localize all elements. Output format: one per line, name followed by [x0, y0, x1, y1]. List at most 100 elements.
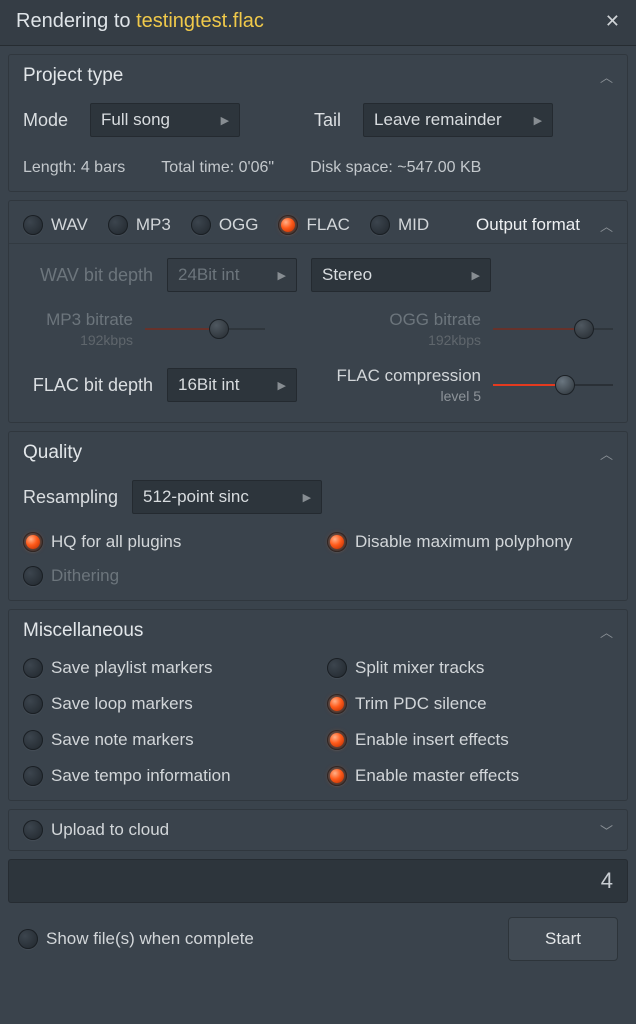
mode-value: Full song: [101, 110, 170, 130]
title-prefix: Rendering to: [16, 10, 136, 32]
radio-icon: [370, 215, 390, 235]
disable-polyphony-toggle[interactable]: Disable maximum polyphony: [327, 532, 613, 552]
misc-title: Miscellaneous: [23, 620, 143, 642]
format-mid[interactable]: MID: [370, 215, 429, 235]
triangle-right-icon: ▶: [278, 379, 286, 392]
format-mp3[interactable]: MP3: [108, 215, 171, 235]
mp3-bitrate-label: MP3 bitrate: [46, 310, 133, 330]
wav-depth-dropdown[interactable]: 24Bit int ▶: [167, 258, 297, 292]
radio-icon: [108, 215, 128, 235]
wav-depth-value: 24Bit int: [178, 265, 239, 285]
radio-icon: [23, 215, 43, 235]
channels-value: Stereo: [322, 265, 372, 285]
trim-pdc-toggle[interactable]: Trim PDC silence: [327, 694, 613, 714]
ogg-bitrate-value: 192kbps: [428, 332, 481, 348]
format-ogg[interactable]: OGG: [191, 215, 259, 235]
chevron-up-icon: ︿: [600, 67, 613, 86]
resampling-value: 512-point sinc: [143, 487, 249, 507]
radio-icon: [23, 730, 43, 750]
wav-depth-label: WAV bit depth: [23, 265, 153, 286]
triangle-right-icon: ▶: [534, 114, 542, 127]
render-dialog: Rendering to testingtest.flac ✕ Project …: [0, 0, 636, 1024]
save-loop-toggle[interactable]: Save loop markers: [23, 694, 309, 714]
enable-master-toggle[interactable]: Enable master effects: [327, 766, 613, 786]
split-mixer-toggle[interactable]: Split mixer tracks: [327, 658, 613, 678]
flac-comp-slider[interactable]: [493, 374, 613, 396]
mp3-bitrate-value: 192kbps: [80, 332, 133, 348]
format-wav[interactable]: WAV: [23, 215, 88, 235]
total-time-info: Total time: 0'06": [161, 159, 274, 177]
progress-value: 4: [601, 868, 613, 894]
triangle-right-icon: ▶: [221, 114, 229, 127]
misc-panel: Miscellaneous ︿ Save playlist markers Sp…: [8, 609, 628, 801]
close-icon[interactable]: ✕: [605, 11, 620, 32]
flac-depth-dropdown[interactable]: 16Bit int ▶: [167, 368, 297, 402]
mode-label: Mode: [23, 110, 68, 131]
chevron-up-icon: ︿: [600, 216, 613, 235]
save-tempo-toggle[interactable]: Save tempo information: [23, 766, 309, 786]
flac-comp-label: FLAC compression: [336, 366, 481, 386]
output-format-header[interactable]: Output format: [476, 215, 580, 235]
show-files-toggle[interactable]: Show file(s) when complete: [18, 929, 254, 949]
progress-bar: 4: [8, 859, 628, 903]
disk-space-info: Disk space: ~547.00 KB: [310, 159, 481, 177]
misc-header[interactable]: Miscellaneous ︿: [9, 610, 627, 648]
hq-plugins-toggle[interactable]: HQ for all plugins: [23, 532, 309, 552]
ogg-bitrate-label: OGG bitrate: [389, 310, 481, 330]
radio-icon: [23, 566, 43, 586]
resampling-dropdown[interactable]: 512-point sinc ▶: [132, 480, 322, 514]
radio-icon: [23, 658, 43, 678]
channels-dropdown[interactable]: Stereo ▶: [311, 258, 491, 292]
ogg-bitrate-slider[interactable]: [493, 318, 613, 340]
radio-icon: [327, 694, 347, 714]
enable-insert-toggle[interactable]: Enable insert effects: [327, 730, 613, 750]
save-playlist-toggle[interactable]: Save playlist markers: [23, 658, 309, 678]
flac-depth-label: FLAC bit depth: [23, 375, 153, 396]
slider-thumb[interactable]: [574, 319, 594, 339]
save-note-toggle[interactable]: Save note markers: [23, 730, 309, 750]
radio-icon: [18, 929, 38, 949]
project-type-panel: Project type ︿ Mode Full song ▶ Tail Lea…: [8, 54, 628, 192]
radio-icon: [191, 215, 211, 235]
radio-icon: [23, 694, 43, 714]
chevron-down-icon: ﹀: [600, 821, 613, 840]
radio-icon: [327, 766, 347, 786]
radio-icon: [327, 532, 347, 552]
tail-label: Tail: [314, 110, 341, 131]
quality-header[interactable]: Quality ︿: [9, 432, 627, 470]
tail-dropdown[interactable]: Leave remainder ▶: [363, 103, 553, 137]
upload-cloud-panel[interactable]: Upload to cloud ﹀: [8, 809, 628, 851]
chevron-up-icon: ︿: [600, 622, 613, 641]
format-flac[interactable]: FLAC: [278, 215, 349, 235]
triangle-right-icon: ▶: [303, 491, 311, 504]
triangle-right-icon: ▶: [472, 269, 480, 282]
dithering-toggle[interactable]: Dithering: [23, 566, 309, 586]
mode-dropdown[interactable]: Full song ▶: [90, 103, 240, 137]
quality-panel: Quality ︿ Resampling 512-point sinc ▶ HQ…: [8, 431, 628, 601]
title-filename: testingtest.flac: [136, 10, 264, 32]
radio-icon: [23, 820, 43, 840]
window-title: Rendering to testingtest.flac: [16, 10, 264, 33]
length-info: Length: 4 bars: [23, 159, 125, 177]
chevron-up-icon: ︿: [600, 444, 613, 463]
radio-icon: [23, 766, 43, 786]
slider-thumb[interactable]: [555, 375, 575, 395]
upload-cloud-toggle[interactable]: Upload to cloud: [23, 820, 169, 840]
flac-comp-value: level 5: [441, 388, 481, 404]
flac-depth-value: 16Bit int: [178, 375, 239, 395]
titlebar: Rendering to testingtest.flac ✕: [0, 0, 636, 46]
quality-title: Quality: [23, 442, 82, 464]
radio-icon: [23, 532, 43, 552]
slider-thumb[interactable]: [209, 319, 229, 339]
project-type-title: Project type: [23, 65, 123, 87]
tail-value: Leave remainder: [374, 110, 502, 130]
resampling-label: Resampling: [23, 487, 118, 508]
radio-icon: [278, 215, 298, 235]
radio-icon: [327, 730, 347, 750]
output-format-panel: WAV MP3 OGG FLAC MID Output format ︿ WAV…: [8, 200, 628, 423]
mp3-bitrate-slider[interactable]: [145, 318, 265, 340]
start-button[interactable]: Start: [508, 917, 618, 961]
radio-icon: [327, 658, 347, 678]
project-type-header[interactable]: Project type ︿: [9, 55, 627, 93]
triangle-right-icon: ▶: [278, 269, 286, 282]
